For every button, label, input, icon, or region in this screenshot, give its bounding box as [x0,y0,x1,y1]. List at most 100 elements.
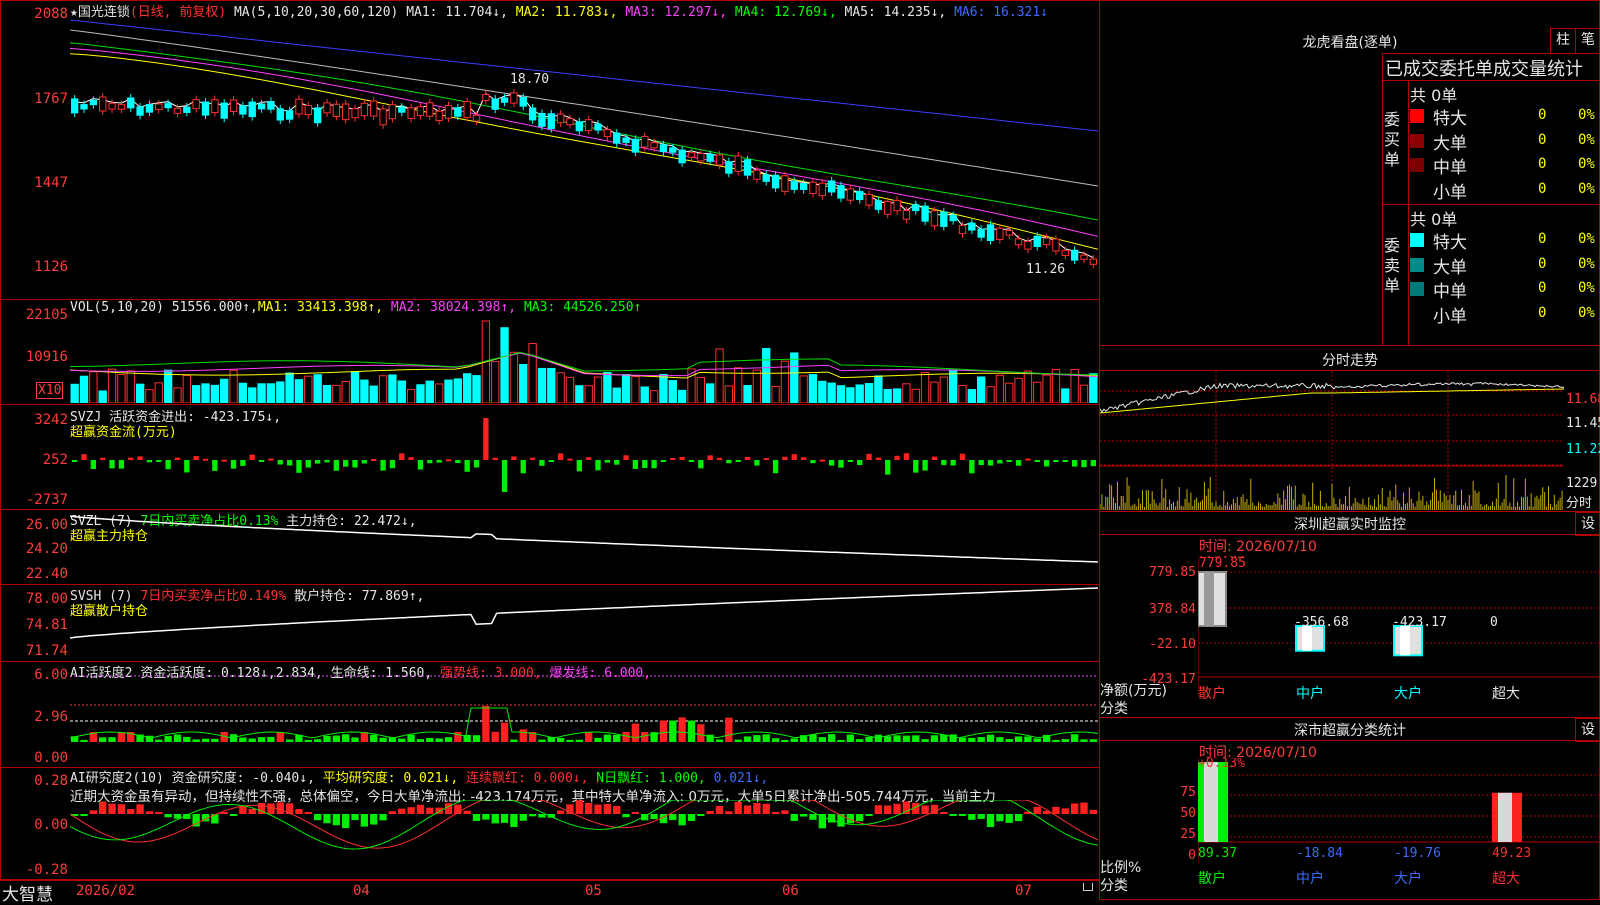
candle [659,144,668,153]
svzl-chart[interactable] [70,512,1098,584]
sz-class-chart[interactable]: +0.13% 89.37 -18.84 -19.76 49.23 散户 中户 大户 超大 [1198,758,1600,900]
stroke-mode-button[interactable]: 笔 [1575,28,1600,54]
sell-row-name: 特大 [1433,233,1467,253]
flow-bar [380,460,386,471]
sz-monitor-y-2: 378.84 [1149,602,1196,617]
volume-bar [621,374,631,403]
volume-bar [864,383,874,403]
candle [164,103,172,109]
flow-bar [903,453,910,460]
buy-orders-label: 委买单 [1384,110,1401,169]
sz-monitor-chart[interactable]: 779.85 -356.68 -423.17 0 散户 中户 大户 超大 [1198,556,1600,716]
flow-bar [445,459,452,462]
ai-active-chart[interactable] [70,672,1098,766]
flow-bar [941,460,947,466]
volume-bar [341,381,350,403]
volume-bar [70,383,79,403]
sz-class-y-2: 50 [1180,806,1196,821]
candle [407,107,415,119]
buy-row-name: 小单 [1433,182,1467,203]
kline-chart[interactable] [70,16,1098,298]
active-bar [687,720,696,742]
active-bar [762,734,770,742]
volume-bar [584,385,593,403]
research-bar [276,802,284,814]
class-top-value: +0.13% [1198,758,1245,771]
active-bar [1089,739,1097,742]
volume-chart[interactable] [70,315,1098,403]
ai-research-y-label-2: 0.00 [34,817,68,833]
active-bar [753,735,761,742]
active-bar [1014,736,1023,742]
volume-bar [724,385,734,403]
volume-bar [846,387,855,403]
vol-ma-line [70,351,1098,376]
flow-bar [258,460,265,462]
volume-bar [135,383,145,403]
vol-ma1: MA1: 33413.398↑, [257,300,384,315]
research-bar [884,805,892,814]
research-bar [360,814,369,827]
volume-bar [939,376,948,403]
candle [351,108,359,119]
sz-monitor-settings-button[interactable]: 设 [1575,512,1600,536]
candle [865,193,873,206]
volume-bar [463,373,472,403]
active-bar [108,737,116,742]
research-bar [416,804,425,814]
active-bar [986,734,995,742]
monitor-value-label: -356.68 [1294,615,1349,630]
active-bar [370,734,378,742]
buy-row-name: 大单 [1433,133,1467,154]
volume-bar [397,380,406,403]
ai-research-y-label-1: 0.28 [34,773,68,789]
candle [566,118,574,126]
volume-bar [920,372,930,403]
flow-bar [623,455,629,460]
research-bar [856,814,864,822]
active-bar [1033,738,1041,742]
flow-bar [754,460,760,466]
flow-bar [1043,460,1050,467]
svzj-chart[interactable] [70,418,1098,508]
volume-bar [640,386,649,403]
volume-bar [556,372,565,403]
volume-bar [238,382,248,403]
ai-research-chart[interactable] [70,800,1098,878]
volume-bar [145,389,154,403]
intraday-y-label-1: 11.68 [1566,392,1600,407]
intraday-chart[interactable] [1100,371,1564,510]
sell-row-qty: 0 [1538,304,1547,321]
active-bar [435,738,443,742]
active-bar [510,739,518,742]
flow-bar [688,460,695,462]
active-bar [155,739,163,742]
volume-bar [117,373,126,403]
active-bar [313,739,322,742]
svzj-y-label-3: -2737 [25,492,68,508]
sell-row-name: 中单 [1433,282,1467,302]
svsh-chart[interactable] [70,586,1098,660]
active-bar [566,739,574,742]
research-bar [622,814,630,818]
low-price-label: 11.26 [1026,262,1066,277]
vol-ma-line [70,352,1098,379]
bar-mode-button[interactable]: 柱 [1550,28,1576,54]
research-bar [398,808,406,814]
lock-icon[interactable] [1083,883,1093,891]
active-bar [1024,736,1032,742]
active-bar [444,737,453,742]
candle [1089,258,1097,265]
flow-bar [557,453,564,460]
research-bar [743,805,752,814]
active-bar [426,737,434,742]
candle [519,97,527,107]
volume-bar [182,374,191,403]
volume-bar [790,352,799,403]
flow-bar [1071,460,1078,467]
sz-class-settings-button[interactable]: 设 [1575,718,1600,742]
candle [342,103,350,121]
volume-bar [1089,373,1098,403]
candle [276,108,284,121]
flow-bar [389,460,396,469]
